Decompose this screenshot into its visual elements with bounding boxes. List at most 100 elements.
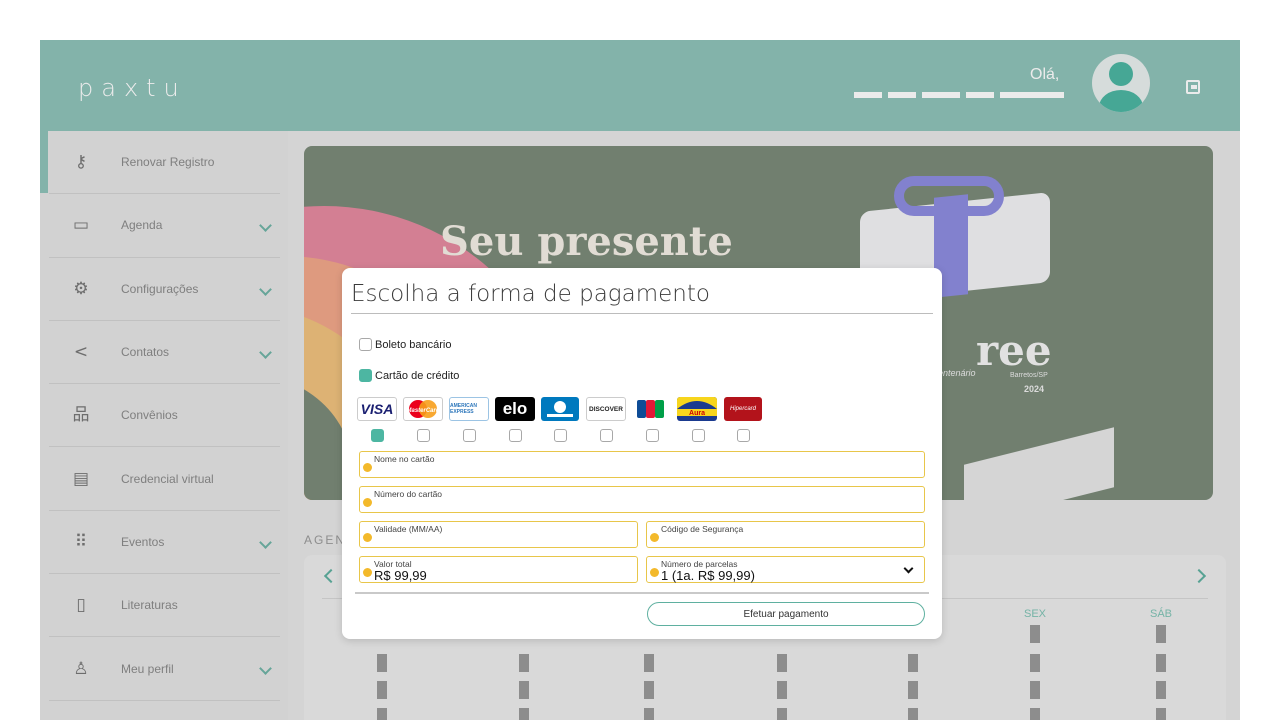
inbox-icon: ▤ [72, 468, 90, 489]
brand-checkbox-visa[interactable] [371, 429, 384, 442]
elo-icon[interactable]: elo [495, 397, 535, 421]
pay-button[interactable]: Efetuar pagamento [647, 602, 925, 626]
amex-icon[interactable]: AMERICAN EXPRESS [449, 397, 489, 421]
sidebar-item-agenda[interactable]: ▭ Agenda [49, 194, 280, 258]
svg-text:MasterCard: MasterCard [406, 408, 439, 414]
gift-bow [894, 176, 1004, 216]
chevron-down-icon[interactable] [259, 535, 272, 549]
warning-icon [363, 463, 372, 472]
card-name-field[interactable]: Nome no cartão [359, 451, 925, 478]
discover-icon[interactable]: DISCOVER [586, 397, 626, 421]
user-name-redacted [854, 92, 1064, 98]
boleto-checkbox[interactable] [359, 338, 372, 351]
grid-icon: ⠿ [74, 531, 88, 552]
mastercard-icon[interactable]: MasterCard [403, 397, 443, 421]
agenda-event-placeholder [1030, 681, 1040, 699]
jcb-icon[interactable] [632, 397, 670, 421]
prev-week-icon[interactable] [323, 568, 339, 584]
sidebar-item-convênios[interactable]: 品 Convênios [49, 384, 280, 448]
option-credit-card[interactable]: Cartão de crédito [359, 369, 459, 382]
brand-checkbox-diners[interactable] [554, 429, 567, 442]
visa-icon[interactable]: VISA [357, 397, 397, 421]
book-icon: ▯ [76, 595, 86, 616]
expiry-field[interactable]: Validade (MM/AA) [359, 521, 638, 548]
calendar-icon: ▭ [72, 215, 90, 236]
security-code-field[interactable]: Código de Segurança [646, 521, 925, 548]
app-logo[interactable]: paxtu [78, 74, 187, 102]
sidebar-item-configurações[interactable]: ⚙ Configurações [49, 258, 280, 321]
option-boleto[interactable]: Boleto bancário [359, 338, 451, 351]
gear-icon: ⚙ [73, 278, 89, 299]
sidebar-item-label: Literaturas [121, 598, 178, 613]
sidebar-item-literaturas[interactable]: ▯ Literaturas [49, 574, 280, 638]
installments-select[interactable]: Número de parcelas 1 (1a. R$ 99,99) [646, 556, 925, 583]
next-week-icon[interactable] [1191, 568, 1207, 584]
agenda-event-placeholder [377, 654, 387, 672]
option-credit-card-label: Cartão de crédito [375, 369, 460, 382]
brand-checkbox-hipercard[interactable] [737, 429, 750, 442]
chevron-down-icon[interactable] [259, 219, 272, 233]
agenda-event-placeholder [377, 708, 387, 720]
sidebar: ⚷ Renovar Registro ▭ Agenda ⚙ Configurações < C… [40, 131, 288, 720]
banner-brand: ree [976, 326, 1052, 375]
hipercard-icon[interactable]: Hipercard [724, 397, 762, 421]
agenda-event-placeholder [519, 654, 529, 672]
sidebar-item-label: Agenda [121, 218, 163, 233]
card-number-label: Número do cartão [374, 489, 443, 499]
option-boleto-label: Boleto bancário [375, 338, 452, 351]
sidebar-item-meu-perfil[interactable]: ♙ Meu perfil [49, 637, 280, 701]
warning-icon [650, 533, 659, 542]
banner-subtitle: entenário [938, 368, 976, 378]
sidebar-item-renovar-registro[interactable]: ⚷ Renovar Registro [40, 131, 280, 195]
warning-icon [363, 568, 372, 577]
brand-checkbox-discover[interactable] [600, 429, 613, 442]
brand-checkbox-amex[interactable] [463, 429, 476, 442]
share-icon: < [73, 342, 89, 363]
agenda-event-placeholder [1156, 708, 1166, 720]
agenda-event-placeholder [1156, 654, 1166, 672]
brand-checkbox-mastercard[interactable] [417, 429, 430, 442]
box-image [964, 427, 1114, 500]
sidebar-item-label: Meu perfil [121, 661, 174, 676]
logout-icon[interactable] [1186, 80, 1200, 94]
chevron-down-icon[interactable] [259, 662, 272, 676]
sidebar-item-label: Eventos [121, 534, 165, 549]
avatar[interactable] [1092, 54, 1150, 112]
brand-checkbox-elo[interactable] [509, 429, 522, 442]
day-header-sat: SÁB [1149, 608, 1172, 620]
sidebar-item-label: Contatos [121, 345, 170, 360]
hierarchy-icon: 品 [72, 405, 90, 426]
sidebar-item-label: Configurações [121, 281, 199, 296]
chevron-down-icon[interactable] [259, 346, 272, 359]
chevron-down-icon[interactable] [259, 282, 272, 296]
agenda-event-placeholder [1030, 654, 1040, 672]
sidebar-item-credencial-virtual[interactable]: ▤ Credencial virtual [49, 447, 280, 511]
diners-icon[interactable] [541, 397, 579, 421]
greeting-text: Olá, [1030, 66, 1060, 83]
modal-title: Escolha a forma de pagamento [351, 281, 710, 307]
key-icon: ⚷ [74, 152, 88, 173]
agenda-event-placeholder [519, 681, 529, 699]
agenda-event-placeholder [1156, 625, 1166, 643]
sidebar-item-label: Convênios [121, 408, 178, 423]
agenda-event-placeholder [777, 681, 787, 699]
brand-checkbox-jcb[interactable] [646, 429, 659, 442]
agenda-event-placeholder [1156, 681, 1166, 699]
warning-icon [363, 498, 372, 507]
card-number-field[interactable]: Número do cartão [359, 486, 925, 513]
agenda-event-placeholder [377, 681, 387, 699]
sidebar-item-eventos[interactable]: ⠿ Eventos [49, 511, 280, 575]
agenda-event-placeholder [1030, 625, 1040, 643]
banner-location: Barretos/SP [1010, 372, 1048, 379]
top-header: paxtu Olá, [40, 40, 1240, 131]
sidebar-item-contatos[interactable]: < Contatos [49, 321, 280, 385]
warning-icon [650, 568, 659, 577]
agenda-event-placeholder [777, 654, 787, 672]
agenda-event-placeholder [644, 681, 654, 699]
total-value-field: Valor total R$ 99,99 [359, 556, 638, 583]
brand-checkbox-aura[interactable] [692, 429, 705, 442]
credit-card-checkbox[interactable] [359, 369, 372, 382]
total-value: R$ 99,99 [374, 568, 427, 583]
installments-value: 1 (1a. R$ 99,99) [661, 568, 755, 583]
aura-icon[interactable]: Aura [677, 397, 717, 421]
